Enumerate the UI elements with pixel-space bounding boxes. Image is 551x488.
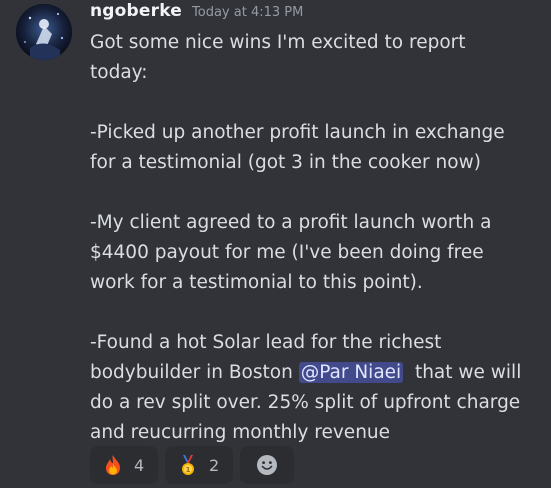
reaction-count: 2 <box>209 455 220 475</box>
username[interactable]: ngoberke <box>90 1 182 21</box>
user-avatar[interactable] <box>16 4 72 60</box>
medal-emoji-icon: 1 <box>177 454 199 476</box>
message-content: Got some nice wins I'm excited to report… <box>90 28 540 448</box>
reaction-fire[interactable]: 4 <box>90 446 158 484</box>
message-timestamp[interactable]: Today at 4:13 PM <box>192 5 303 20</box>
message-paragraph-intro: Got some nice wins I'm excited to report… <box>90 32 466 83</box>
fire-emoji-icon <box>102 454 124 476</box>
message-paragraph-win-1: -Picked up another profit launch in exch… <box>90 122 505 173</box>
reaction-bar: 4 1 2 <box>90 446 294 484</box>
chat-message: ngoberke Today at 4:13 PM Got some nice … <box>0 0 551 488</box>
avatar-image <box>16 4 72 60</box>
reaction-medal[interactable]: 1 2 <box>165 446 233 484</box>
add-reaction-button[interactable] <box>240 446 294 484</box>
svg-text:1: 1 <box>186 466 191 474</box>
message-paragraph-win-3: -Found a hot Solar lead for the richest … <box>90 328 540 448</box>
message-header: ngoberke Today at 4:13 PM <box>90 1 303 23</box>
reaction-count: 4 <box>134 455 145 475</box>
smiley-face-icon <box>256 454 278 476</box>
user-mention[interactable]: @Par Niaei <box>298 362 404 383</box>
message-paragraph-win-2: -My client agreed to a profit launch wor… <box>90 212 492 293</box>
